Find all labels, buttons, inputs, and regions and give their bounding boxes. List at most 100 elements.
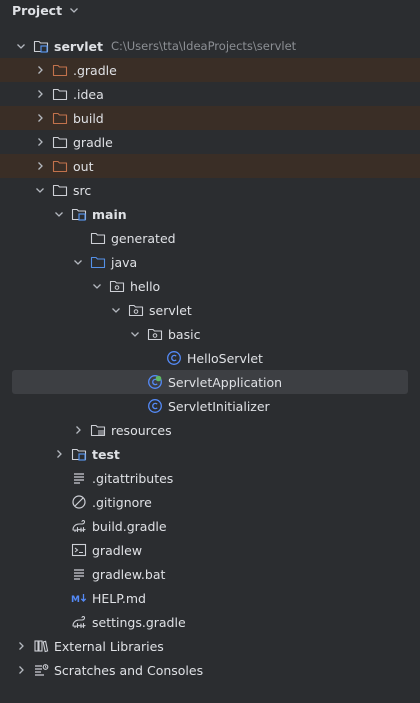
tree-node-hello[interactable]: hello xyxy=(0,274,420,298)
tree-node-basic[interactable]: basic xyxy=(0,322,420,346)
tree-node-label: java xyxy=(111,254,138,270)
chevron-down-icon[interactable] xyxy=(53,208,65,220)
tree-node-gitattributes[interactable]: .gitattributes xyxy=(0,466,420,490)
expander-placeholder xyxy=(72,232,84,244)
tree-node-servletapplication[interactable]: ServletApplication xyxy=(12,370,408,394)
svg-text:M: M xyxy=(71,595,80,605)
tree-node-label: .gradle xyxy=(73,62,117,78)
gitignore-icon xyxy=(71,494,87,510)
text-file-icon xyxy=(71,470,87,486)
folder-icon xyxy=(52,86,68,102)
spring-boot-class-icon xyxy=(147,374,163,390)
chevron-right-icon[interactable] xyxy=(34,64,46,76)
tree-node-label: test xyxy=(92,446,120,462)
tree-node-external-libraries[interactable]: External Libraries xyxy=(0,634,420,658)
tree-node-label: HelloServlet xyxy=(187,350,263,366)
tree-node-label: gradlew.bat xyxy=(92,566,166,582)
tree-node-settings-gradle[interactable]: settings.gradle xyxy=(0,610,420,634)
expander-placeholder xyxy=(129,376,141,388)
tree-node-label: generated xyxy=(111,230,176,246)
markdown-icon: M xyxy=(71,590,87,606)
expander-placeholder xyxy=(53,520,65,532)
module-folder-icon xyxy=(33,38,49,54)
tree-node-label: servlet xyxy=(149,302,192,318)
class-icon xyxy=(166,350,182,366)
tree-node-label: out xyxy=(73,158,94,174)
chevron-right-icon[interactable] xyxy=(15,664,27,676)
tree-node-servletinitializer[interactable]: ServletInitializer xyxy=(0,394,420,418)
tree-node-label: .gitattributes xyxy=(92,470,174,486)
chevron-right-icon[interactable] xyxy=(72,424,84,436)
tree-node-label: gradle xyxy=(73,134,113,150)
tree-node-resources[interactable]: resources xyxy=(0,418,420,442)
tree-node-build-gradle[interactable]: build.gradle xyxy=(0,514,420,538)
folder-icon xyxy=(90,230,106,246)
tree-node-label: Scratches and Consoles xyxy=(54,662,204,678)
folder-icon xyxy=(52,182,68,198)
chevron-down-icon[interactable] xyxy=(110,304,122,316)
gradle-icon xyxy=(71,518,87,534)
chevron-right-icon[interactable] xyxy=(15,640,27,652)
tree-node-label: ServletInitializer xyxy=(168,398,270,414)
expander-placeholder xyxy=(129,400,141,412)
package-icon xyxy=(109,278,125,294)
tree-node-label: HELP.md xyxy=(92,590,146,606)
expander-placeholder xyxy=(53,472,65,484)
chevron-down-icon[interactable] xyxy=(129,328,141,340)
tree-node-gradle[interactable]: .gradle xyxy=(0,58,420,82)
tree-node-generated[interactable]: generated xyxy=(0,226,420,250)
tree-node-label: hello xyxy=(130,278,161,294)
project-tool-window-header: Project xyxy=(0,0,420,20)
gradle-icon xyxy=(71,614,87,630)
terminal-file-icon xyxy=(71,542,87,558)
tree-node-label: build xyxy=(73,110,104,126)
tree-node-test[interactable]: test xyxy=(0,442,420,466)
tree-node-src[interactable]: src xyxy=(0,178,420,202)
expander-placeholder xyxy=(148,352,160,364)
chevron-down-icon[interactable] xyxy=(72,256,84,268)
excluded-folder-icon xyxy=(52,62,68,78)
expander-placeholder xyxy=(53,568,65,580)
chevron-down-icon[interactable] xyxy=(34,184,46,196)
tree-node-help-md[interactable]: M HELP.md xyxy=(0,586,420,610)
module-folder-icon xyxy=(71,206,87,222)
project-path: C:\Users\tta\IdeaProjects\servlet xyxy=(110,39,297,53)
package-icon xyxy=(128,302,144,318)
text-file-icon xyxy=(71,566,87,582)
chevron-down-icon[interactable] xyxy=(68,4,80,16)
tree-node-label: basic xyxy=(168,326,201,342)
chevron-right-icon[interactable] xyxy=(53,448,65,460)
tree-node-scratches-and-consoles[interactable]: Scratches and Consoles xyxy=(0,658,420,682)
chevron-right-icon[interactable] xyxy=(34,88,46,100)
tree-node-idea[interactable]: .idea xyxy=(0,82,420,106)
tree-node-main[interactable]: main xyxy=(0,202,420,226)
tree-node-label: main xyxy=(92,206,127,222)
chevron-right-icon[interactable] xyxy=(34,136,46,148)
expander-placeholder xyxy=(53,592,65,604)
tree-node-label: src xyxy=(73,182,92,198)
tree-node-gradlew-bat[interactable]: gradlew.bat xyxy=(0,562,420,586)
project-view-title[interactable]: Project xyxy=(12,3,62,18)
tree-node-gradlew[interactable]: gradlew xyxy=(0,538,420,562)
expander-placeholder xyxy=(53,616,65,628)
class-icon xyxy=(147,398,163,414)
chevron-down-icon[interactable] xyxy=(91,280,103,292)
tree-node-label: gradlew xyxy=(92,542,143,558)
tree-node-servlet[interactable]: servlet xyxy=(0,298,420,322)
tree-node-java[interactable]: java xyxy=(0,250,420,274)
tree-node-label: servlet xyxy=(54,38,103,54)
tree-node-gitignore[interactable]: .gitignore xyxy=(0,490,420,514)
tree-node-servlet[interactable]: servlet C:\Users\tta\IdeaProjects\servlet xyxy=(0,34,420,58)
excluded-folder-icon xyxy=(52,110,68,126)
tree-node-out[interactable]: out xyxy=(0,154,420,178)
excluded-folder-icon xyxy=(52,158,68,174)
chevron-right-icon[interactable] xyxy=(34,160,46,172)
tree-node-label: .idea xyxy=(73,86,104,102)
tree-node-gradle[interactable]: gradle xyxy=(0,130,420,154)
chevron-right-icon[interactable] xyxy=(34,112,46,124)
chevron-down-icon[interactable] xyxy=(15,40,27,52)
module-folder-icon xyxy=(71,446,87,462)
tree-node-helloservlet[interactable]: HelloServlet xyxy=(0,346,420,370)
tree-node-build[interactable]: build xyxy=(0,106,420,130)
tree-node-label: resources xyxy=(111,422,172,438)
